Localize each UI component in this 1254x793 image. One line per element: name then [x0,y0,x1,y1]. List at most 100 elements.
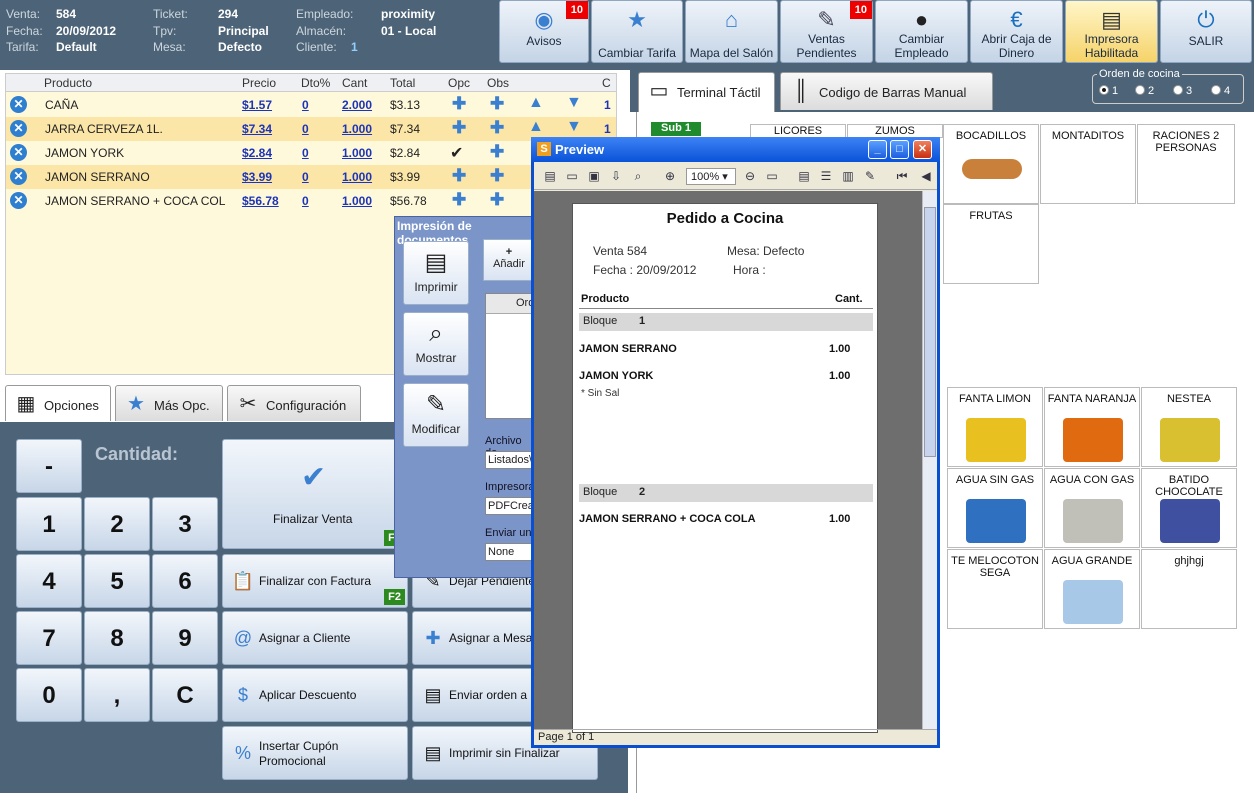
cant-cell[interactable]: 1.000 [342,146,372,160]
plus-icon[interactable]: ✚ [452,190,466,210]
finalizar-venta-button[interactable]: ✔ Finalizar Venta F1 [222,439,408,549]
key-5[interactable]: 5 [84,554,150,608]
abrir-caja-button[interactable]: € Abrir Caja de Dinero [970,0,1063,63]
thumbnails-icon[interactable]: ▥ [840,168,856,184]
cant-cell[interactable]: 1.000 [342,194,372,208]
category-zumos[interactable]: ZUMOS [847,124,943,138]
precio-cell[interactable]: $1.57 [242,98,272,112]
zoom-select[interactable]: 100% ▾ [686,168,736,185]
product-tile[interactable]: AGUA SIN GAS [947,468,1043,548]
obs-plus-icon[interactable]: ✚ [490,118,504,138]
salir-button[interactable]: ⏻ SALIR [1160,0,1252,63]
scroll-thumb[interactable] [924,207,936,457]
cambiar-tarifa-button[interactable]: ★ Cambiar Tarifa [591,0,683,63]
table-row[interactable]: ✕JAMON YORK$2.8401.000$2.84✔✚▲▼4 [6,141,616,165]
delete-line-icon[interactable]: ✕ [10,144,27,161]
page-setup-icon[interactable]: ▤ [796,168,812,184]
orden-radio-2[interactable]: 2 [1135,85,1154,97]
ventas-pendientes-button[interactable]: ✎ Ventas Pendientes 10 [780,0,873,63]
zoom-out-icon[interactable]: ⊖ [742,168,758,184]
key-0[interactable]: 0 [16,668,82,722]
precio-cell[interactable]: $2.84 [242,146,272,160]
outline-icon[interactable]: ☰ [818,168,834,184]
category-bocadillos[interactable]: BOCADILLOS [943,124,1039,204]
category-raciones[interactable]: RACIONES 2 PERSONAS [1137,124,1235,204]
plus-icon[interactable]: ✚ [452,94,466,114]
delete-line-icon[interactable]: ✕ [10,120,27,137]
obs-plus-icon[interactable]: ✚ [490,94,504,114]
plus-icon[interactable]: ✚ [452,166,466,186]
delete-line-icon[interactable]: ✕ [10,168,27,185]
check-icon[interactable]: ✔ [450,143,463,163]
obs-plus-icon[interactable]: ✚ [490,190,504,210]
product-tile[interactable]: FANTA NARANJA [1044,387,1140,467]
key-9[interactable]: 9 [152,611,218,665]
product-tile[interactable]: BATIDO CHOCOLATE [1141,468,1237,548]
vertical-scrollbar[interactable] [922,191,937,729]
cant-cell[interactable]: 1.000 [342,122,372,136]
imprimir-button[interactable]: ▤ Imprimir [403,241,469,305]
enviar-field[interactable]: None [485,543,535,561]
open-icon[interactable]: ▭ [564,168,580,184]
orden-radio-4[interactable]: 4 [1211,85,1230,97]
orden-radio-1[interactable]: 1 [1099,85,1118,97]
tab-codigo-barras[interactable]: ║ Codigo de Barras Manual [780,72,993,110]
fit-page-icon[interactable]: ▭ [764,168,780,184]
insertar-cupon-button[interactable]: % Insertar Cupón Promocional [222,726,408,780]
archivo-field[interactable]: Listados\ [485,451,535,469]
find-icon[interactable]: ⌕ [630,168,646,184]
zoom-in-icon[interactable]: ⊕ [662,168,678,184]
asignar-cliente-button[interactable]: @ Asignar a Cliente [222,611,408,665]
aplicar-descuento-button[interactable]: $ Aplicar Descuento [222,668,408,722]
cant-cell[interactable]: 1.000 [342,170,372,184]
prev-page-icon[interactable]: ◀ [918,168,934,184]
obs-plus-icon[interactable]: ✚ [490,142,504,162]
mostrar-button[interactable]: ⌕ Mostrar [403,312,469,376]
arrow-down-icon[interactable]: ▼ [566,94,582,112]
finalizar-factura-button[interactable]: 📋 Finalizar con Factura F2 [222,554,408,608]
table-row[interactable]: ✕JAMON SERRANO$3.9901.000$3.99✚✚▲▼4 [6,165,616,189]
dto-cell[interactable]: 0 [302,170,309,184]
category-frutas[interactable]: FRUTAS [943,204,1039,284]
tab-terminal-tactil[interactable]: ▭ Terminal Táctil [638,72,775,112]
product-tile[interactable]: AGUA CON GAS [1044,468,1140,548]
key-1[interactable]: 1 [16,497,82,551]
mapa-salon-button[interactable]: ⌂ Mapa del Salón [685,0,778,63]
export-icon[interactable]: ⇩ [608,168,624,184]
modificar-button[interactable]: ✎ Modificar [403,383,469,447]
delete-line-icon[interactable]: ✕ [10,192,27,209]
key-comma[interactable]: , [84,668,150,722]
product-tile[interactable]: FANTA LIMON [947,387,1043,467]
obs-plus-icon[interactable]: ✚ [490,166,504,186]
close-button[interactable]: ✕ [913,140,932,159]
cant-cell[interactable]: 2.000 [342,98,372,112]
key-3[interactable]: 3 [152,497,218,551]
precio-cell[interactable]: $56.78 [242,194,279,208]
table-row[interactable]: ✕ JAMON SERRANO + COCA COL $56.78 0 1.000 $56… [6,189,616,213]
save-icon[interactable]: ▣ [586,168,602,184]
category-licores[interactable]: LICORES [750,124,846,138]
precio-cell[interactable]: $7.34 [242,122,272,136]
key-6[interactable]: 6 [152,554,218,608]
key-8[interactable]: 8 [84,611,150,665]
precio-cell[interactable]: $3.99 [242,170,272,184]
arrow-up-icon[interactable]: ▲ [528,118,544,136]
delete-line-icon[interactable]: ✕ [10,96,27,113]
plus-icon[interactable]: ✚ [452,118,466,138]
product-tile[interactable]: NESTEA [1141,387,1237,467]
key-clear[interactable]: C [152,668,218,722]
key-7[interactable]: 7 [16,611,82,665]
tab-mas-opciones[interactable]: ★ Más Opc. [115,385,223,421]
dto-cell[interactable]: 0 [302,194,309,208]
arrow-down-icon[interactable]: ▼ [566,118,582,136]
table-row[interactable]: ✕ JARRA CERVEZA 1L. $7.34 0 1.000 $7.34 ✚ ✚ ▲ ▼ 1 [6,117,616,141]
cambiar-empleado-button[interactable]: ● Cambiar Empleado [875,0,968,63]
impresora-field[interactable]: PDFCreator [485,497,535,515]
documents-grid[interactable]: Orden [485,293,535,419]
first-page-icon[interactable]: ⏮ [894,168,910,184]
dto-cell[interactable]: 0 [302,98,309,112]
tab-opciones[interactable]: ▦ Opciones [5,385,111,421]
key-2[interactable]: 2 [84,497,150,551]
tab-configuracion[interactable]: ✂ Configuración [227,385,361,421]
category-montaditos[interactable]: MONTADITOS [1040,124,1136,204]
